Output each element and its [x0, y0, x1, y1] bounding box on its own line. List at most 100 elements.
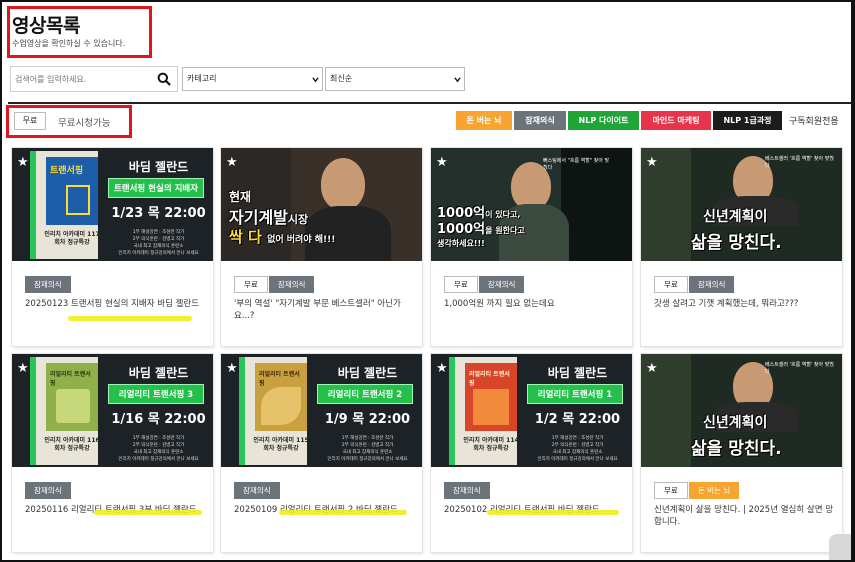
chevron-down-icon [312, 77, 319, 83]
thumb-line: 시장 [287, 213, 309, 226]
star-icon[interactable]: ★ [646, 156, 658, 169]
video-thumbnail[interactable]: 베스트셀러 '흐름 역할' 찾아 맞췄다 신년계획이 삶을 망친다. ★ [641, 148, 842, 261]
thumb-detail-line: 국내 최고 잠재의식 훈련소 [552, 450, 603, 455]
tag-list: 무료 돈 버는 뇌 [654, 482, 740, 499]
video-card[interactable]: 트랜서핑 인리치 아카데미 117회차 정규특강 바딤 젤란드 트랜서핑 현실의… [12, 148, 213, 346]
video-card[interactable]: 리얼리티 트랜서핑 인리치 아카데미 116회차 정규특강 바딤 젤란드 리얼리… [12, 354, 213, 552]
sort-select[interactable]: 최신순 [325, 67, 465, 91]
thumb-heading: 바딤 젤란드 [337, 366, 398, 380]
thumb-line: 신년계획이 [703, 209, 768, 225]
thumb-date: 1/23 목 22:00 [111, 206, 206, 221]
thumb-detail-line: 2부 의식훈련 : 김병고 작가 [551, 443, 604, 448]
thumb-line: 신년계획이 [703, 415, 768, 431]
search-icon[interactable] [157, 72, 171, 86]
search-box[interactable] [10, 66, 178, 92]
video-title[interactable]: 신년계획이 삶을 망친다. | 2025년 열심히 살면 망합니다. [654, 504, 836, 528]
tag-free[interactable]: 무료 [444, 276, 478, 293]
tag-free[interactable]: 무료 [234, 276, 268, 293]
search-input[interactable] [11, 67, 157, 91]
category-button-nlp-diet[interactable]: NLP 다이어트 [568, 111, 639, 130]
book-caption: 인리치 아카데미 116회차 정규특강 [44, 437, 100, 452]
thumb-subtitle: 트랜서핑 현실의 지배자 [108, 178, 204, 198]
tag-list: 무료 잠재의식 [654, 276, 735, 293]
video-thumbnail[interactable]: 리얼리티 트랜서핑 인리치 아카데미 115회차 정규특강 바딤 젤란드 리얼리… [221, 354, 422, 467]
video-thumbnail[interactable]: 트랜서핑 인리치 아카데미 117회차 정규특강 바딤 젤란드 트랜서핑 현실의… [12, 148, 213, 261]
star-icon[interactable]: ★ [436, 156, 448, 169]
thumb-line: 1000억 [437, 222, 486, 237]
star-icon[interactable]: ★ [17, 156, 29, 169]
thumb-date: 1/9 목 22:00 [324, 412, 411, 427]
book-image: 리얼리티 트랜서핑 인리치 아카데미 115회차 정규특강 [239, 357, 309, 465]
video-thumbnail[interactable]: 뻐스팅에서 "흐름 역할" 찾아 맞췄다 1000억이 있다고, 1000억을 … [431, 148, 632, 261]
thumb-heading: 바딤 젤란드 [128, 160, 189, 174]
video-card[interactable]: 베스트셀러 '흐름 역할' 찾아 맞췄다 신년계획이 삶을 망친다. ★ 무료 돈… [641, 354, 842, 552]
book-title: 트랜서핑 [50, 166, 84, 176]
book-caption: 인리치 아카데미 114회차 정규특강 [463, 437, 519, 452]
thumb-bubble: 베스트셀러 '흐름 역할' 찾아 맞췄다 [765, 362, 834, 375]
video-title[interactable]: 20250123 트랜서핑 현실의 지배자 바딤 젤란드 [25, 298, 207, 310]
tag-subconscious[interactable]: 잠재의식 [478, 276, 525, 293]
thumb-line: 싹 다 [229, 228, 262, 246]
video-thumbnail[interactable]: 현재 자기계발시장 싹 다 없어 버려야 해!!! ★ [221, 148, 422, 261]
tag-subconscious[interactable]: 잠재의식 [444, 482, 490, 499]
star-icon[interactable]: ★ [226, 362, 238, 375]
category-button-money-brain[interactable]: 돈 버는 뇌 [456, 111, 512, 130]
video-thumbnail[interactable]: 베스트셀러 '흐름 역할' 찾아 맞췄다 신년계획이 삶을 망친다. ★ [641, 354, 842, 467]
thumb-line: 현재 [229, 190, 252, 204]
star-icon[interactable]: ★ [646, 362, 658, 375]
thumb-bubble: 뻐스팅에서 "흐름 역할" 찾아 맞췄다 [543, 158, 610, 171]
category-button-subconscious[interactable]: 잠재의식 [514, 111, 566, 130]
star-icon[interactable]: ★ [17, 362, 29, 375]
thumb-details: 1부 해설강연 : 조성란 작가 2부 의식훈련 : 김병고 작가 국내 최고 … [104, 229, 213, 257]
tag-money-brain[interactable]: 돈 버는 뇌 [688, 482, 740, 499]
video-card[interactable]: 리얼리티 트랜서핑 인리치 아카데미 115회차 정규특강 바딤 젤란드 리얼리… [221, 354, 422, 552]
thumb-detail-line: 인리치 아카데미 정규강의에서 만나 보세요 [537, 457, 618, 462]
thumb-line-2: 1000억을 원한다고 [437, 218, 525, 237]
free-filter-button[interactable]: 무료 [14, 112, 46, 130]
video-thumbnail[interactable]: 리얼리티 트랜서핑 인리치 아카데미 116회차 정규특강 바딤 젤란드 리얼리… [12, 354, 213, 467]
thumb-line: 을 원한다고 [485, 226, 525, 235]
tag-list: 잠재의식 [234, 482, 281, 499]
thumb-line: 삶을 망친다. [691, 439, 782, 459]
tag-subconscious[interactable]: 잠재의식 [268, 276, 315, 293]
category-select[interactable]: 카테고리 [182, 67, 323, 91]
thumb-heading: 바딤 젤란드 [547, 366, 608, 380]
thumb-detail-line: 인리치 아카데미 정규강의에서 만나 보세요 [327, 457, 408, 462]
video-title[interactable]: '부의 역설' "자기계발 부문 베스트셀러" 아닌가요...? [234, 298, 416, 322]
thumb-bubble: 베스트셀러 '흐름 역할' 찾아 맞췄다 [765, 156, 834, 169]
thumb-detail-line: 국내 최고 잠재의식 훈련소 [133, 244, 184, 249]
video-card[interactable]: 뻐스팅에서 "흐름 역할" 찾아 맞췄다 1000억이 있다고, 1000억을 … [431, 148, 632, 346]
thumb-detail-line: 1부 해설강연 : 조성란 작가 [132, 230, 185, 235]
thumb-detail-line: 2부 의식훈련 : 김병고 작가 [132, 237, 185, 242]
tag-subconscious[interactable]: 잠재의식 [25, 276, 71, 293]
tag-subconscious[interactable]: 잠재의식 [234, 482, 280, 499]
subscriber-only-label[interactable]: 구독회원전용 [789, 114, 839, 127]
video-card[interactable]: 리얼리티 트랜서핑 인리치 아카데미 114회차 정규특강 바딤 젤란드 리얼리… [431, 354, 632, 552]
tag-free[interactable]: 무료 [654, 482, 688, 499]
tag-list: 잠재의식 [25, 482, 72, 499]
thumb-line: 자기계발 [229, 208, 288, 227]
video-thumbnail[interactable]: 리얼리티 트랜서핑 인리치 아카데미 114회차 정규특강 바딤 젤란드 리얼리… [431, 354, 632, 467]
tag-free[interactable]: 무료 [654, 276, 688, 293]
thumb-line: 삶을 망친다. [691, 233, 782, 253]
video-title[interactable]: 갓생 살려고 기깻 계획했는데, 뭐라고??? [654, 298, 836, 310]
book-caption: 인리치 아카데미 115회차 정규특강 [253, 437, 309, 452]
book-cover: 리얼리티 트랜서핑 [465, 363, 517, 431]
category-button-nlp-level1[interactable]: NLP 1급과정 [713, 111, 782, 130]
video-card[interactable]: 베스트셀러 '흐름 역할' 찾아 맞췄다 신년계획이 삶을 망친다. ★ 무료 잠… [641, 148, 842, 346]
star-icon[interactable]: ★ [436, 362, 448, 375]
category-button-mind-marketing[interactable]: 마인드 마케팅 [641, 111, 711, 130]
scroll-top-button[interactable] [829, 534, 853, 560]
thumb-date: 1/2 목 22:00 [534, 412, 621, 427]
video-title[interactable]: 1,000억원 까지 필요 없는데요 [444, 298, 626, 310]
thumb-detail-line: 1부 해설강연 : 조성란 작가 [341, 436, 394, 441]
thumb-detail-line: 국내 최고 잠재의식 훈련소 [342, 450, 393, 455]
thumb-detail-line: 인리치 아카데미 정규강의에서 만나 보세요 [118, 457, 199, 462]
thumb-heading: 바딤 젤란드 [128, 366, 189, 380]
video-card[interactable]: 현재 자기계발시장 싹 다 없어 버려야 해!!! ★ 무료 잠재의식 '부의 역… [221, 148, 422, 346]
thumb-line: 싹 다 없어 버려야 해!!! [229, 226, 335, 247]
tag-subconscious[interactable]: 잠재의식 [25, 482, 71, 499]
star-icon[interactable]: ★ [226, 156, 238, 169]
book-title: 리얼리티 트랜서핑 [259, 371, 300, 387]
tag-subconscious[interactable]: 잠재의식 [688, 276, 735, 293]
